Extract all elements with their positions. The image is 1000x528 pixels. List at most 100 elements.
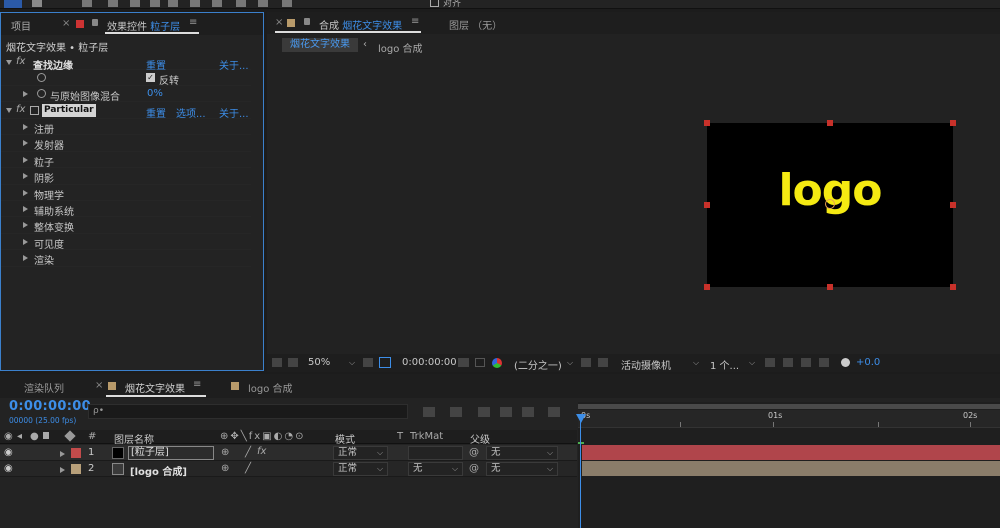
layer-row[interactable]: ◉ 2 [logo 合成] ⊕ ╱ 正常 ⌵ 无 ⌵ @ 无 ⌵ [0, 461, 577, 478]
transform-handle[interactable] [950, 284, 956, 290]
monitor-icon[interactable] [288, 358, 298, 367]
expand-triangle-icon[interactable] [23, 173, 28, 180]
pan-tool-icon[interactable] [150, 0, 160, 7]
expand-triangle-icon[interactable] [23, 91, 28, 97]
color-channels-icon[interactable] [492, 358, 502, 368]
work-area-bar[interactable] [578, 404, 1000, 409]
flowchart-icon[interactable] [801, 358, 811, 367]
tab-timeline-comp[interactable]: 烟花文字效果 [125, 380, 185, 395]
current-timecode[interactable]: 0:00:00:00 [402, 357, 457, 368]
always-preview-icon[interactable] [272, 358, 282, 367]
subtab-current[interactable]: 烟花文字效果 [282, 38, 358, 52]
transform-handle[interactable] [950, 120, 956, 126]
reset-exposure-icon[interactable] [783, 358, 793, 367]
playhead-handle-icon[interactable] [576, 414, 586, 423]
layer-duration-bar[interactable] [582, 445, 1000, 460]
chevron-left-icon[interactable]: ‹ [363, 39, 367, 50]
mask-path-icon[interactable] [379, 357, 391, 368]
collapse-triangle-icon[interactable] [6, 60, 12, 65]
lock-column-icon[interactable] [43, 432, 49, 439]
layer-duration-bar[interactable] [582, 461, 1000, 476]
visibility-eye-icon[interactable]: ◉ [4, 463, 13, 474]
tab-composition[interactable]: 合成 烟花文字效果 [319, 17, 402, 32]
camera-tool-icon[interactable] [130, 0, 140, 7]
stopwatch-icon[interactable] [37, 73, 46, 82]
puppet-tool-icon[interactable] [282, 0, 292, 7]
draft-3d-icon[interactable] [450, 407, 462, 417]
fx-switch-icon[interactable]: fx [257, 446, 266, 457]
fast-preview-icon[interactable] [581, 358, 591, 367]
layer-name[interactable]: [logo 合成] [130, 463, 187, 478]
chevron-down-icon[interactable]: ⌵ [693, 358, 699, 368]
panel-menu-icon[interactable]: ≡ [189, 17, 197, 28]
time-ruler[interactable]: 0s 01s 02s [578, 410, 1000, 428]
exposure-value[interactable]: +0.0 [856, 357, 880, 368]
stopwatch-icon[interactable] [37, 89, 46, 98]
group-row[interactable]: 可见度 [1, 234, 251, 251]
show-snapshot-icon[interactable] [475, 358, 485, 367]
expand-triangle-icon[interactable] [60, 449, 65, 460]
group-row[interactable]: 发射器 [1, 135, 251, 152]
invert-checkbox[interactable]: ✓ [146, 73, 155, 82]
quality-switch-icon[interactable]: ╱ [245, 447, 251, 458]
reset-link[interactable]: 重置 [146, 105, 166, 120]
lock-icon[interactable] [304, 18, 310, 25]
solo-icon[interactable]: ● [30, 431, 39, 442]
toggle-pixel-aspect-icon[interactable] [765, 358, 775, 367]
transform-handle[interactable] [827, 120, 833, 126]
anchor-point-icon[interactable] [825, 199, 835, 209]
expand-triangle-icon[interactable] [23, 255, 28, 262]
group-row[interactable]: 辅助系统 [1, 201, 251, 218]
tab-layer[interactable]: 图层 （无） [449, 17, 502, 32]
eraser-tool-icon[interactable] [258, 0, 268, 7]
timeline-timecode[interactable]: 0:00:00:00 [9, 399, 91, 414]
effect-row-particular[interactable]: fx Particular 重置 选项... 关于... [1, 103, 251, 120]
chevron-down-icon[interactable]: ⌵ [547, 448, 553, 458]
group-row[interactable]: 阴影 [1, 168, 251, 185]
exposure-icon[interactable] [841, 358, 850, 367]
group-row[interactable]: 渲染 [1, 250, 251, 267]
transform-handle[interactable] [827, 284, 833, 290]
stamp-tool-icon[interactable] [236, 0, 246, 7]
close-icon[interactable]: × [95, 380, 103, 391]
chevron-down-icon[interactable]: ⌵ [452, 464, 458, 474]
views-value[interactable]: 1 个... [710, 357, 739, 372]
chevron-down-icon[interactable]: ⌵ [749, 358, 755, 368]
expand-triangle-icon[interactable] [23, 140, 28, 147]
fx-icon[interactable]: fx [16, 56, 25, 67]
region-of-interest-icon[interactable] [363, 358, 373, 367]
camera-value[interactable]: 活动摄像机 [621, 357, 671, 372]
layer-name-header[interactable]: 图层名称 [114, 431, 154, 446]
chevron-down-icon[interactable]: ⌵ [547, 464, 553, 474]
layer-label-color[interactable] [71, 448, 81, 458]
expand-triangle-icon[interactable] [60, 465, 65, 476]
text-tool-icon[interactable] [190, 0, 200, 7]
options-link[interactable]: 选项... [176, 105, 206, 120]
expand-triangle-icon[interactable] [23, 222, 28, 229]
layer-label-color[interactable] [71, 464, 81, 474]
transparency-grid-icon[interactable] [598, 358, 608, 367]
chevron-down-icon[interactable]: ⌵ [567, 358, 573, 368]
snapshot-icon[interactable] [458, 358, 469, 367]
pen-tool-icon[interactable] [168, 0, 178, 7]
tab-logo-comp[interactable]: logo 合成 [248, 380, 293, 395]
group-row[interactable]: 整体变换 [1, 217, 251, 234]
hand-tool-icon[interactable] [32, 0, 42, 7]
blend-value[interactable]: 0% [147, 88, 163, 99]
rotate-tool-icon[interactable] [108, 0, 118, 7]
lock-icon[interactable] [92, 19, 98, 26]
playhead[interactable] [580, 414, 581, 528]
eye-icon[interactable]: ◉ [4, 431, 13, 442]
pickwhip-icon[interactable]: @ [469, 463, 479, 474]
layer-name[interactable]: [粒子层] [128, 446, 214, 460]
visibility-eye-icon[interactable]: ◉ [4, 447, 13, 458]
timeline-graph-area[interactable]: 0s 01s 02s [576, 402, 1000, 528]
comp-flowchart-icon[interactable] [423, 407, 435, 417]
selection-tool-icon[interactable] [4, 0, 22, 8]
shy-switch-icon[interactable]: ⊕ [221, 463, 229, 474]
chevron-down-icon[interactable]: ⌵ [377, 448, 383, 458]
motion-blur-icon[interactable] [522, 407, 534, 417]
subtab-logo[interactable]: logo 合成 [378, 40, 423, 55]
close-icon[interactable]: × [275, 17, 283, 28]
zoom-tool-icon[interactable] [82, 0, 92, 7]
